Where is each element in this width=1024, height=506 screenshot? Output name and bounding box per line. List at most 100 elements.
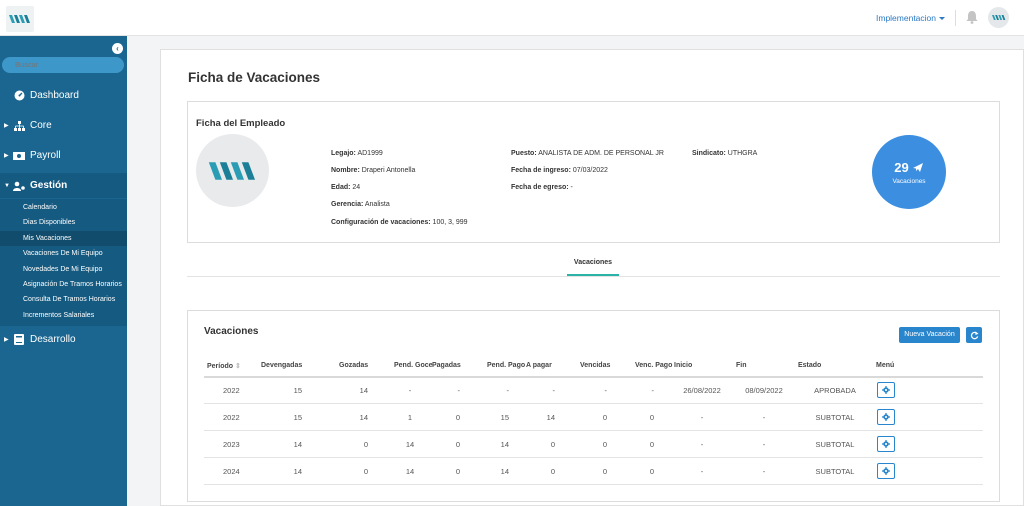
submenu-item-asignacion-tramos[interactable]: Asignación De Tramos Horarios	[0, 277, 127, 292]
column-header-estado: Estado	[798, 362, 822, 369]
field-value: Analista	[364, 201, 390, 208]
sidebar-item-label: Core	[30, 120, 52, 131]
plane-icon	[912, 163, 923, 172]
cell-gozadas: 0	[363, 440, 368, 449]
field-value: ANALISTA DE ADM. DE PERSONAL JR	[538, 150, 664, 157]
sidebar-item-dashboard[interactable]: Dashboard	[0, 83, 127, 108]
field-value: 100, 3, 999	[432, 219, 468, 226]
cell-inicio: -	[700, 413, 704, 422]
refresh-button[interactable]	[966, 327, 982, 343]
column-header-gozadas: Gozadas	[339, 362, 369, 369]
submenu-item-mis-vacaciones[interactable]: Mis Vacaciones	[0, 230, 127, 247]
column-header-fin: Fin	[736, 362, 747, 369]
cell-fin: -	[762, 467, 766, 476]
column-header-periodo[interactable]: Período ⇕	[207, 362, 241, 370]
cell-inicio: -	[700, 467, 704, 476]
collapse-sidebar-icon[interactable]: ‹	[112, 43, 123, 54]
submenu-item-calendario[interactable]: Calendario	[0, 200, 127, 215]
field-config-vacaciones: Configuración de vacaciones: 100, 3, 999	[331, 219, 468, 226]
cell-venc-pago: 0	[649, 467, 654, 476]
sidebar-item-label: Gestión	[30, 180, 68, 191]
sidebar-search-input[interactable]	[2, 57, 124, 73]
field-gerencia: Gerencia: Analista	[331, 201, 390, 208]
row-divider	[204, 457, 983, 458]
cell-vencidas: 0	[602, 467, 607, 476]
chevron-right-icon: ▶	[4, 123, 9, 129]
field-fecha-egreso: Fecha de egreso: -	[511, 184, 573, 191]
logo-mark-icon	[9, 15, 30, 23]
cell-devengadas: 14	[293, 467, 302, 476]
cell-pend-goce: 14	[405, 467, 415, 476]
submenu-item-incrementos-salariales[interactable]: Incrementos Salariales	[0, 308, 127, 323]
vacation-days-value: 29	[894, 160, 909, 175]
new-vacation-button[interactable]: Nueva Vacación	[899, 327, 960, 343]
cell-vencidas: -	[604, 386, 608, 395]
column-header-menu: Menú	[876, 362, 895, 369]
field-value: Draperi Antonella	[361, 167, 416, 174]
cell-vencidas: 0	[602, 413, 607, 422]
logo-mark-icon	[208, 161, 255, 180]
column-header-a-pagar: A pagar	[526, 362, 552, 369]
row-menu-button[interactable]	[877, 409, 895, 425]
field-label: Fecha de ingreso:	[511, 167, 571, 174]
sort-icon: ⇕	[235, 363, 241, 370]
employee-photo	[196, 134, 269, 207]
row-menu-button[interactable]	[877, 436, 895, 452]
refresh-icon	[970, 330, 979, 339]
dashboard-icon	[13, 90, 25, 101]
tab-vacaciones[interactable]: Vacaciones	[567, 259, 619, 266]
row-divider	[204, 403, 983, 404]
field-fecha-ingreso: Fecha de ingreso: 07/03/2022	[511, 167, 608, 174]
chevron-down-icon: ▼	[4, 182, 10, 189]
cell-periodo: 2022	[223, 386, 240, 395]
user-avatar[interactable]	[988, 7, 1009, 28]
bell-icon[interactable]	[966, 10, 978, 26]
cell-estado: SUBTOTAL	[815, 440, 855, 449]
environment-dropdown[interactable]: Implementacion	[876, 13, 946, 23]
cell-venc-pago: 0	[649, 413, 654, 422]
cell-gozadas: 0	[363, 467, 368, 476]
cell-vencidas: 0	[602, 440, 607, 449]
cell-a-pagar: 0	[550, 440, 555, 449]
cell-periodo: 2024	[223, 467, 240, 476]
submenu-item-vacaciones-equipo[interactable]: Vacaciones De Mi Equipo	[0, 246, 127, 261]
field-value: UTHGRA	[727, 150, 758, 157]
gear-icon	[882, 440, 890, 448]
sidebar-item-core[interactable]: ▶ Core	[0, 113, 127, 138]
top-bar: Implementacion	[0, 0, 1024, 36]
cell-fin: -	[762, 413, 766, 422]
company-logo[interactable]	[6, 6, 34, 32]
gestion-submenu: Calendario Dias Disponibles Mis Vacacion…	[0, 199, 127, 327]
field-label: Gerencia:	[331, 201, 364, 208]
sidebar-item-label: Payroll	[30, 150, 61, 161]
sidebar: ‹ Dashboard ▶ Core ▶ Payroll ▼ Gestión C…	[0, 36, 127, 506]
avatar-logo-icon	[991, 14, 1005, 21]
cell-inicio: 26/08/2022	[683, 386, 721, 395]
cell-devengadas: 14	[293, 440, 302, 449]
submenu-item-consulta-tramos[interactable]: Consulta De Tramos Horarios	[0, 292, 127, 307]
submenu-item-dias-disponibles[interactable]: Dias Disponibles	[0, 215, 127, 230]
chevron-right-icon: ▶	[4, 153, 9, 159]
cell-a-pagar: -	[552, 386, 556, 395]
cell-estado: SUBTOTAL	[815, 467, 855, 476]
cell-pend-goce: -	[408, 386, 412, 395]
sidebar-item-gestion[interactable]: ▼ Gestión	[0, 173, 127, 198]
caret-down-icon	[939, 17, 946, 21]
tabs-divider	[187, 276, 1000, 277]
cell-venc-pago: 0	[649, 440, 654, 449]
vacation-days-count: 29	[872, 160, 946, 175]
field-nombre: Nombre: Draperi Antonella	[331, 167, 415, 174]
row-menu-button[interactable]	[877, 382, 895, 398]
cell-gozadas: 14	[359, 413, 368, 422]
field-label: Sindicato:	[692, 150, 726, 157]
cell-pagadas: -	[457, 386, 461, 395]
cell-pend-goce: 14	[405, 440, 415, 449]
row-menu-button[interactable]	[877, 463, 895, 479]
submenu-item-novedades-equipo[interactable]: Novedades De Mi Equipo	[0, 262, 127, 277]
sidebar-item-desarrollo[interactable]: ▶ Desarrollo	[0, 327, 127, 352]
column-header-pend-pago: Pend. Pago	[487, 362, 526, 369]
sidebar-item-payroll[interactable]: ▶ Payroll	[0, 143, 127, 168]
vacations-title: Vacaciones	[204, 326, 259, 337]
gear-icon	[882, 386, 890, 394]
column-header-devengadas: Devengadas	[261, 362, 303, 369]
